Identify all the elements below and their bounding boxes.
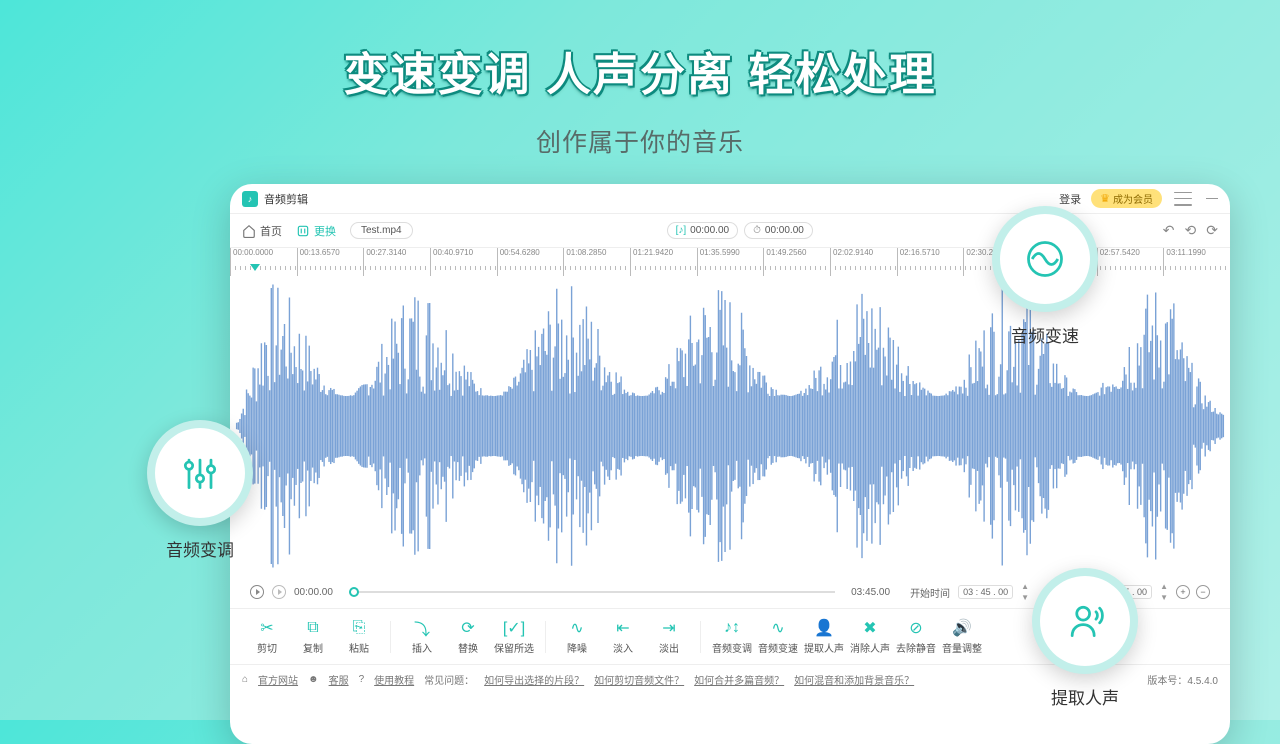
- customer-service-link[interactable]: 客服: [329, 672, 349, 687]
- hero-title: 变速变调 人声分离 轻松处理: [0, 0, 1280, 103]
- zoom-out-button[interactable]: −: [1196, 585, 1210, 599]
- silence-icon: ⊘: [909, 618, 922, 638]
- tool-removev[interactable]: ✖消除人声: [847, 618, 893, 655]
- file-chip[interactable]: Test.mp4: [350, 222, 413, 239]
- fadeout-icon: ⇥: [662, 618, 675, 638]
- equalizer-icon: [178, 451, 222, 495]
- badge-label: 提取人声: [1025, 684, 1145, 709]
- ruler-tick: 01:49.2560: [763, 248, 830, 276]
- home-icon: [242, 224, 256, 238]
- tab-change[interactable]: 更换: [296, 223, 336, 239]
- paste-icon: ⎘: [353, 618, 366, 638]
- tool-fadein[interactable]: ⇤淡入: [600, 618, 646, 655]
- noise-icon: ∿: [570, 618, 583, 638]
- history-controls: ↶ ⟲ ⟳: [1163, 222, 1218, 239]
- tool-silence[interactable]: ⊘去除静音: [893, 618, 939, 655]
- scrub-time-end: 03:45.00: [851, 587, 890, 598]
- time-range-start[interactable]: [♪]00:00.00: [667, 222, 739, 239]
- extract-icon: 👤: [814, 618, 834, 638]
- seek-track[interactable]: [349, 591, 835, 593]
- speed-icon: ∿: [771, 618, 784, 638]
- pitch-icon: ♪↕: [724, 618, 740, 638]
- play-selection-button[interactable]: [272, 585, 286, 599]
- removev-icon: ✖: [863, 618, 876, 638]
- faq-link-2[interactable]: 如何剪切音频文件？: [594, 672, 684, 687]
- keepsel-icon: [✓]: [503, 618, 525, 638]
- start-time-label: 开始时间: [910, 585, 950, 600]
- faq-label: 常见问题：: [424, 672, 474, 687]
- ruler-tick: 01:21.9420: [630, 248, 697, 276]
- version-label: 版本号：4.5.4.0: [1147, 672, 1218, 687]
- tool-extract[interactable]: 👤提取人声: [801, 618, 847, 655]
- tutorial-link[interactable]: 使用教程: [374, 672, 414, 687]
- badge-label: 音频变调: [140, 536, 260, 561]
- headset-icon: ☻: [308, 674, 319, 685]
- ruler-tick: 00:27.3140: [363, 248, 430, 276]
- feature-badge-speed: 音频变速: [985, 206, 1105, 352]
- app-name: 音频剪辑: [264, 191, 308, 207]
- login-button[interactable]: 登录: [1059, 191, 1081, 207]
- ruler-tick: 00:40.9710: [430, 248, 497, 276]
- tool-copy[interactable]: ⧉复制: [290, 618, 336, 655]
- tool-pitch[interactable]: ♪↕音频变调: [709, 618, 755, 655]
- official-site-link[interactable]: 官方网站: [258, 672, 298, 687]
- home-icon: ⌂: [242, 674, 248, 685]
- tool-cut[interactable]: ✂剪切: [244, 618, 290, 655]
- hero-subtitle: 创作属于你的音乐: [0, 123, 1280, 159]
- tab-home[interactable]: 首页: [242, 223, 282, 239]
- faq-link-1[interactable]: 如何导出选择的片段？: [484, 672, 584, 687]
- tool-volume[interactable]: 🔊音量调整: [939, 618, 985, 655]
- feature-badge-pitch: 音频变调: [140, 420, 260, 566]
- ruler-tick: 02:16.5710: [897, 248, 964, 276]
- faq-link-3[interactable]: 如何合并多篇音频？: [694, 672, 784, 687]
- ruler-tick: 02:02.9140: [830, 248, 897, 276]
- end-down[interactable]: ▼: [1160, 593, 1168, 602]
- tool-noise[interactable]: ∿降噪: [554, 618, 600, 655]
- play-button[interactable]: [250, 585, 264, 599]
- tool-replace[interactable]: ⟳替换: [445, 618, 491, 655]
- help-icon: ?: [359, 674, 365, 685]
- ruler-tick: 03:11.1990: [1163, 248, 1230, 276]
- ruler-tick: 01:35.5990: [697, 248, 764, 276]
- scrub-time-start: 00:00.00: [294, 587, 333, 598]
- crown-icon: ♛: [1100, 192, 1110, 205]
- undo-button[interactable]: ⟲: [1185, 222, 1197, 239]
- tool-fadeout[interactable]: ⇥淡出: [646, 618, 692, 655]
- end-up[interactable]: ▲: [1160, 582, 1168, 591]
- vocal-icon: [1063, 599, 1107, 643]
- volume-icon: 🔊: [952, 618, 972, 638]
- badge-label: 音频变速: [985, 322, 1105, 347]
- fadein-icon: ⇤: [616, 618, 629, 638]
- tool-insert[interactable]: ⤵插入: [399, 618, 445, 655]
- zoom-in-button[interactable]: +: [1176, 585, 1190, 599]
- redo-button[interactable]: ⟳: [1206, 222, 1218, 239]
- cut-icon: ✂: [260, 618, 273, 638]
- minimize-button[interactable]: [1206, 198, 1218, 200]
- wave-icon: [1023, 237, 1067, 281]
- swap-icon: [296, 224, 310, 238]
- tool-speed[interactable]: ∿音频变速: [755, 618, 801, 655]
- ruler-tick: 01:08.2850: [563, 248, 630, 276]
- tool-keepsel[interactable]: [✓]保留所选: [491, 618, 537, 655]
- ruler-tick: 00:54.6280: [497, 248, 564, 276]
- hamburger-menu-icon[interactable]: [1174, 192, 1192, 206]
- seek-handle[interactable]: [349, 587, 359, 597]
- tool-paste[interactable]: ⎘粘贴: [336, 618, 382, 655]
- ruler-tick: 00:00.0000: [230, 248, 297, 276]
- replace-icon: ⟳: [461, 618, 474, 638]
- feature-badge-vocal: 提取人声: [1025, 568, 1145, 714]
- ruler-tick: 00:13.6570: [297, 248, 364, 276]
- undo-all-button[interactable]: ↶: [1163, 222, 1175, 239]
- copy-icon: ⧉: [307, 618, 318, 638]
- time-range-end[interactable]: ⏱00:00.00: [744, 222, 813, 239]
- app-icon: ♪: [242, 191, 258, 207]
- ruler-tick: 02:57.5420: [1097, 248, 1164, 276]
- start-time-field[interactable]: 03 : 45 . 00: [958, 585, 1013, 599]
- faq-link-4[interactable]: 如何混音和添加背景音乐？: [794, 672, 914, 687]
- insert-icon: ⤵: [414, 618, 430, 638]
